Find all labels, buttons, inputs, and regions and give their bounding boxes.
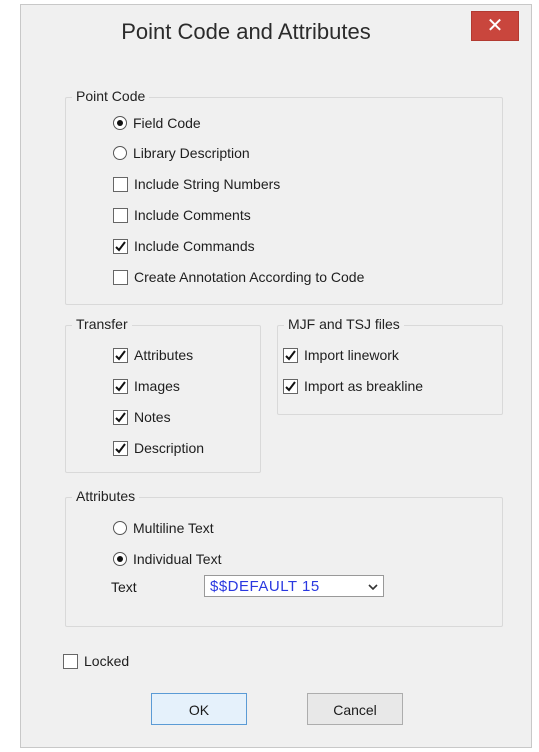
checkmark-icon — [115, 411, 126, 423]
include-comments-checkbox[interactable]: Include Comments — [113, 207, 251, 223]
library-description-radio-indicator[interactable] — [113, 146, 127, 160]
dialog-window: Point Code and Attributes ✕ Point Code F… — [20, 4, 532, 748]
transfer-description-box[interactable] — [113, 440, 128, 456]
import-breakline-checkbox[interactable]: Import as breakline — [283, 378, 423, 394]
include-comments-label: Include Comments — [134, 207, 251, 223]
transfer-images-box[interactable] — [113, 378, 128, 394]
close-icon: ✕ — [486, 15, 504, 37]
checkmark-icon — [115, 380, 126, 392]
multiline-text-radio-indicator[interactable] — [113, 521, 127, 535]
mjf-tsj-group-title: MJF and TSJ files — [284, 316, 404, 332]
multiline-text-radio[interactable]: Multiline Text — [113, 520, 214, 536]
close-button[interactable]: ✕ — [471, 11, 519, 41]
individual-text-radio[interactable]: Individual Text — [113, 551, 221, 567]
include-string-numbers-label: Include String Numbers — [134, 176, 281, 192]
checkmark-icon — [285, 380, 296, 392]
field-code-radio-indicator[interactable] — [113, 116, 127, 130]
transfer-attributes-checkbox[interactable]: Attributes — [113, 347, 193, 363]
field-code-label: Field Code — [133, 115, 201, 131]
include-comments-box[interactable] — [113, 207, 128, 223]
transfer-attributes-label: Attributes — [134, 347, 194, 363]
ok-button[interactable]: OK — [151, 693, 247, 725]
field-code-radio[interactable]: Field Code — [113, 115, 201, 131]
text-style-dropdown[interactable]: $$DEFAULT 15 — [204, 575, 384, 597]
transfer-description-label: Description — [134, 440, 205, 456]
transfer-notes-checkbox[interactable]: Notes — [113, 409, 171, 425]
checkmark-icon — [115, 240, 126, 252]
include-string-numbers-checkbox[interactable]: Include String Numbers — [113, 176, 280, 192]
import-linework-checkbox[interactable]: Import linework — [283, 347, 399, 363]
transfer-group-title: Transfer — [72, 316, 132, 332]
include-commands-label: Include Commands — [134, 238, 255, 254]
cancel-button[interactable]: Cancel — [307, 693, 403, 725]
create-annotation-label: Create Annotation According to Code — [134, 269, 365, 285]
title-bar: Point Code and Attributes ✕ — [21, 5, 531, 61]
checkmark-icon — [285, 349, 296, 361]
text-label: Text — [111, 579, 137, 595]
import-linework-box[interactable] — [283, 347, 298, 363]
attributes-group-title: Attributes — [72, 488, 140, 504]
transfer-images-label: Images — [134, 378, 180, 394]
checkmark-icon — [115, 349, 126, 361]
locked-box[interactable] — [63, 653, 78, 669]
library-description-radio[interactable]: Library Description — [113, 145, 250, 161]
create-annotation-box[interactable] — [113, 269, 128, 285]
library-description-label: Library Description — [133, 145, 250, 161]
import-breakline-box[interactable] — [283, 378, 298, 394]
transfer-images-checkbox[interactable]: Images — [113, 378, 180, 394]
point-code-group-title: Point Code — [72, 88, 150, 104]
transfer-description-checkbox[interactable]: Description — [113, 440, 204, 456]
include-commands-box[interactable] — [113, 238, 128, 254]
transfer-notes-box[interactable] — [113, 409, 128, 425]
import-linework-label: Import linework — [304, 347, 399, 363]
locked-label: Locked — [84, 653, 130, 669]
text-style-value: $$DEFAULT 15 — [210, 577, 320, 595]
checkmark-icon — [115, 442, 126, 454]
import-breakline-label: Import as breakline — [304, 378, 424, 394]
create-annotation-checkbox[interactable]: Create Annotation According to Code — [113, 269, 364, 285]
transfer-notes-label: Notes — [134, 409, 171, 425]
mjf-tsj-group: MJF and TSJ files — [277, 316, 503, 415]
locked-checkbox[interactable]: Locked — [63, 653, 129, 669]
include-string-numbers-box[interactable] — [113, 176, 128, 192]
individual-text-label: Individual Text — [133, 551, 222, 567]
transfer-attributes-box[interactable] — [113, 347, 128, 363]
individual-text-radio-indicator[interactable] — [113, 552, 127, 566]
include-commands-checkbox[interactable]: Include Commands — [113, 238, 255, 254]
dialog-title: Point Code and Attributes — [121, 19, 371, 44]
chevron-down-icon[interactable] — [363, 579, 383, 593]
multiline-text-label: Multiline Text — [133, 520, 214, 536]
